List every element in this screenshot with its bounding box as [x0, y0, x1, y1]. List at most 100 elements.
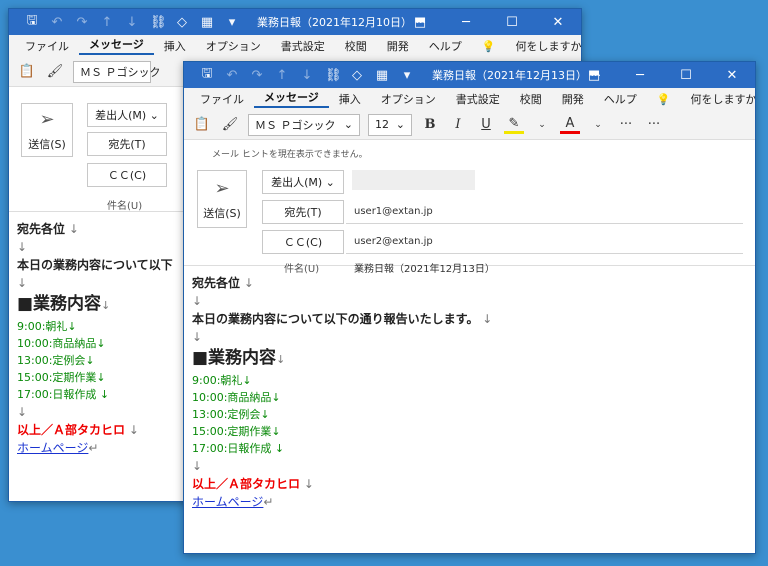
minimize-button[interactable]: ─ — [617, 68, 663, 83]
front-message-window[interactable]: 🖫 ↶ ↷ ↑ ↓ ⛓ ◇ ▦ ▾ 業務日報（2021年12月13日） ··· … — [183, 61, 756, 554]
intro-text: 本日の業務内容について以下 — [17, 258, 173, 272]
more-icon[interactable]: ··· — [616, 114, 636, 136]
list-item: 15:00:定期作業 — [192, 425, 272, 438]
font-name-select[interactable]: ＭＳ Ｐゴシック ⌄ — [248, 113, 360, 136]
tab-format[interactable]: 書式設定 — [271, 38, 335, 54]
format-painter-icon[interactable]: 🖌 — [220, 114, 240, 136]
title-bar: 🖫 ↶ ↷ ↑ ↓ ⛓ ◇ ▦ ▾ 業務日報（2021年12月10日） ··· … — [9, 9, 581, 35]
save-icon[interactable]: 🖫 — [200, 64, 214, 86]
font-name-select[interactable]: ＭＳ Ｐゴシック — [73, 60, 161, 83]
paste-icon[interactable]: 📋 — [17, 61, 37, 83]
customize-chevron-icon[interactable]: ▾ — [225, 15, 239, 30]
tab-review[interactable]: 校閲 — [510, 91, 552, 107]
form-icon[interactable]: ▦ — [375, 68, 389, 83]
tab-file[interactable]: ファイル — [15, 38, 79, 54]
highlight-icon[interactable]: ✎ — [504, 116, 524, 134]
redo-icon[interactable]: ↷ — [75, 15, 89, 30]
chevron-down-icon[interactable]: ⌄ — [532, 114, 552, 136]
tab-developer[interactable]: 開発 — [552, 91, 594, 107]
from-button[interactable]: 差出人(M) ⌄ — [262, 170, 344, 194]
send-button[interactable]: ➢ 送信(S) — [197, 170, 247, 228]
tab-options[interactable]: オプション — [196, 38, 271, 54]
minimize-button[interactable]: ─ — [443, 15, 489, 30]
subject-field[interactable]: 業務日報（2021年12月13日） — [354, 260, 495, 275]
form-icon[interactable]: ▦ — [200, 15, 214, 30]
tab-message[interactable]: メッセージ — [254, 90, 329, 108]
italic-button[interactable]: I — [448, 114, 468, 136]
close-button[interactable]: ✕ — [709, 68, 755, 83]
more-commands-icon[interactable]: ··· — [644, 114, 664, 136]
tab-options[interactable]: オプション — [371, 91, 446, 107]
save-icon[interactable]: 🖫 — [25, 11, 39, 33]
tab-help[interactable]: ヘルプ — [594, 91, 647, 107]
undo-icon[interactable]: ↶ — [50, 15, 64, 30]
title-bar: 🖫 ↶ ↷ ↑ ↓ ⛓ ◇ ▦ ▾ 業務日報（2021年12月13日） ··· … — [184, 62, 755, 88]
to-field[interactable]: user1@extan.jp — [346, 200, 743, 224]
tab-insert[interactable]: 挿入 — [329, 91, 371, 107]
intro-text: 本日の業務内容について以下の通り報告いたします。 — [192, 312, 479, 326]
restore-ribbon-icon[interactable]: ⬒ — [571, 68, 617, 83]
paste-icon[interactable]: 📋 — [192, 114, 212, 136]
maximize-button[interactable]: ☐ — [489, 15, 535, 30]
chevron-down-icon: ⌄ — [149, 108, 159, 122]
tab-developer[interactable]: 開発 — [377, 38, 419, 54]
from-button[interactable]: 差出人(M) ⌄ — [87, 103, 167, 127]
signature: 以上／Ａ部タカヒロ — [17, 423, 126, 437]
bold-button[interactable]: B — [420, 114, 440, 136]
list-item: 17:00:日報作成 — [192, 442, 272, 455]
send-button[interactable]: ➢ 送信(S) — [21, 103, 73, 157]
from-address-field[interactable] — [352, 170, 475, 190]
chevron-down-icon: ⌄ — [395, 118, 405, 131]
tag-icon[interactable]: ◇ — [175, 15, 189, 30]
section-heading: ■業務内容 — [192, 348, 277, 368]
underline-button[interactable]: U — [476, 114, 496, 136]
homepage-link[interactable]: ホームページ — [17, 441, 88, 455]
font-size-select[interactable]: 12 ⌄ — [368, 113, 412, 136]
send-icon: ➢ — [39, 108, 55, 130]
tab-format[interactable]: 書式設定 — [446, 91, 510, 107]
signature: 以上／Ａ部タカヒロ — [192, 477, 301, 491]
maximize-button[interactable]: ☐ — [663, 68, 709, 83]
to-button[interactable]: 宛先(T) — [262, 200, 344, 224]
undo-icon[interactable]: ↶ — [225, 68, 239, 83]
link-icon[interactable]: ⛓ — [325, 68, 342, 83]
ribbon-tabs: ファイル メッセージ 挿入 オプション 書式設定 校閲 開発 ヘルプ 💡 何をし… — [9, 35, 581, 57]
link-icon[interactable]: ⛓ — [150, 15, 167, 30]
up-arrow-icon[interactable]: ↑ — [275, 68, 289, 83]
section-heading: ■業務内容 — [17, 294, 102, 314]
down-arrow-icon[interactable]: ↓ — [300, 68, 314, 83]
tell-me-icon[interactable]: 💡 — [647, 93, 681, 106]
list-item: 9:00:朝礼 — [17, 320, 68, 333]
send-icon: ➢ — [214, 177, 230, 199]
homepage-link[interactable]: ホームページ — [192, 495, 263, 509]
cc-button[interactable]: ＣＣ(C) — [87, 163, 167, 187]
tab-message[interactable]: メッセージ — [79, 37, 154, 55]
restore-ribbon-icon[interactable]: ⬒ — [397, 15, 443, 30]
tab-help[interactable]: ヘルプ — [419, 38, 472, 54]
tell-me-input[interactable]: 何をしますか — [505, 38, 581, 54]
chevron-down-icon: ⌄ — [343, 118, 353, 131]
tag-icon[interactable]: ◇ — [350, 68, 364, 83]
tab-insert[interactable]: 挿入 — [154, 38, 196, 54]
list-item: 10:00:商品納品 — [17, 337, 97, 350]
message-body[interactable]: 宛先各位 ↓ ↓ 本日の業務内容について以下の通り報告いたします。 ↓ ↓ ■業… — [184, 266, 755, 519]
customize-chevron-icon[interactable]: ▾ — [400, 68, 414, 83]
tell-me-icon[interactable]: 💡 — [472, 40, 506, 53]
tell-me-input[interactable]: 何をしますか — [680, 91, 755, 107]
subject-label: 件名(U) — [107, 201, 143, 212]
chevron-down-icon[interactable]: ⌄ — [588, 114, 608, 136]
cc-field[interactable]: user2@extan.jp — [346, 230, 743, 254]
tab-review[interactable]: 校閲 — [335, 38, 377, 54]
list-item: 9:00:朝礼 — [192, 374, 243, 387]
up-arrow-icon[interactable]: ↑ — [100, 15, 114, 30]
to-button[interactable]: 宛先(T) — [87, 132, 167, 156]
down-arrow-icon[interactable]: ↓ — [125, 15, 139, 30]
close-button[interactable]: ✕ — [535, 15, 581, 30]
redo-icon[interactable]: ↷ — [250, 68, 264, 83]
ribbon-toolbar: 📋 🖌 ＭＳ Ｐゴシック ⌄ 12 ⌄ B I U ✎ ⌄ A ⌄ ··· ··· — [184, 110, 755, 140]
cc-button[interactable]: ＣＣ(C) — [262, 230, 344, 254]
font-color-icon[interactable]: A — [560, 116, 580, 134]
format-painter-icon[interactable]: 🖌 — [45, 61, 65, 83]
greeting: 宛先各位 — [17, 222, 66, 236]
tab-file[interactable]: ファイル — [190, 91, 254, 107]
